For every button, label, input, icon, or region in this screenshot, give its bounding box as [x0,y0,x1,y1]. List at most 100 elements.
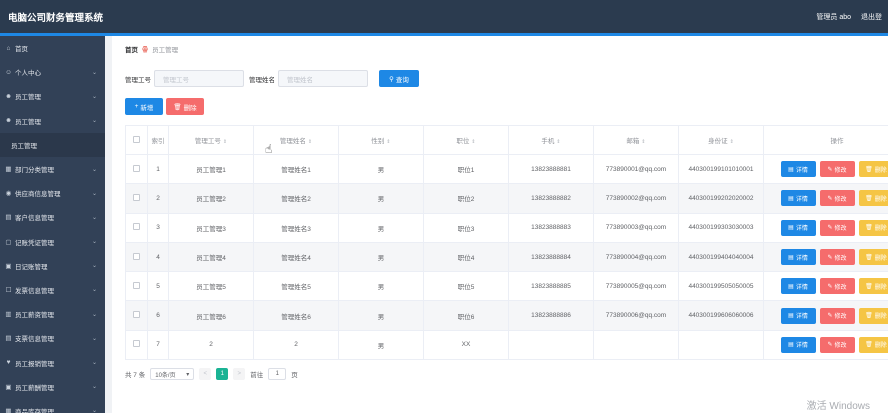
detail-button[interactable]: ▤ 详情 [780,249,816,266]
sidebar-item[interactable]: ▦ 商品库存管理 ⌄ [0,399,105,413]
delete-button[interactable]: 🗑 删除 [858,307,888,324]
edit-button[interactable]: ✎ 修改 [819,336,855,353]
detail-button-label: 详情 [795,226,808,233]
sidebar-item[interactable]: ▤ 客户信息管理 ⌄ [0,205,105,229]
row-checkbox[interactable] [133,164,140,172]
delete-button[interactable]: 🗑 删除 [858,161,888,178]
row-checkbox[interactable] [133,193,140,201]
edit-button[interactable]: ✎ 修改 [819,161,855,178]
breadcrumb-home[interactable]: 首页 [125,44,138,54]
sidebar-item[interactable]: ▢ 记账凭证管理 ⌄ [0,230,105,254]
sort-icon[interactable]: ⇕ [386,139,390,145]
prev-page-button[interactable]: < [199,368,212,380]
select-all-cell[interactable] [125,125,148,155]
sidebar-item[interactable]: ◉ 供应商信息管理 ⌄ [0,181,105,205]
sort-icon[interactable]: ⇕ [308,139,312,145]
header-name[interactable]: 管理姓名 ⇕ [253,125,339,155]
sidebar-item[interactable]: ⌂ 首页 [0,36,105,60]
query-button[interactable]: ⚲ 查询 [379,70,419,87]
table-row: 3 员工管理3 管理姓名3 男职位3 13823888883 773890003@qq.c… [125,212,888,243]
detail-button[interactable]: ▤ 详情 [780,190,816,207]
sidebar-item[interactable]: ▤ 支票信息管理 ⌄ [0,326,105,350]
sidebar-item[interactable]: ▦ 部门分类管理 ⌄ [0,157,105,181]
select-all-checkbox[interactable] [133,135,140,143]
batch-delete-button[interactable]: 🗑 删除 [166,98,204,115]
row-select-cell[interactable] [125,241,148,273]
cell-ops: ▤ 详情 ✎ 修改 🗑 删除 [763,183,888,214]
table-row: 4 员工管理4 管理姓名4 男职位4 13823888884 773890004@qq.c… [125,241,888,273]
detail-button[interactable]: ▤ 详情 [780,336,816,353]
row-checkbox[interactable] [133,340,140,348]
sidebar-item-label: 日记账管理 [15,263,48,271]
delete-button[interactable]: 🗑 删除 [858,219,888,236]
edit-button[interactable]: ✎ 修改 [819,307,855,324]
next-page-button[interactable]: > [233,368,246,380]
table-row: 5 员工管理5 管理姓名5 男职位5 13823888885 773890005@qq.c… [125,271,888,302]
row-checkbox[interactable] [133,281,140,289]
sort-icon[interactable]: ⇕ [556,139,560,145]
sidebar-menu-icon: ▢ [5,238,12,246]
goto-page-input[interactable]: 1 [268,368,287,380]
logout-link[interactable]: 退出登 [861,12,882,22]
row-select-cell[interactable] [125,300,148,331]
edit-button[interactable]: ✎ 修改 [819,190,855,207]
pencil-icon: ✎ [827,254,833,261]
sidebar-item[interactable]: ☻ 员工管理 ⌄ [0,84,105,108]
sidebar-item[interactable]: ☐ 发票信息管理 ⌄ [0,278,105,302]
detail-button-label: 详情 [795,167,808,174]
row-checkbox[interactable] [133,252,140,260]
sidebar-item[interactable]: ▣ 员工薪酬管理 ⌄ [0,375,105,399]
plus-icon: + [134,103,139,110]
chevron-down-icon: ⌄ [91,69,97,76]
chevron-down-icon: ⌄ [91,239,97,246]
sort-icon[interactable]: ⇕ [223,139,227,145]
row-checkbox[interactable] [133,311,140,319]
sort-icon[interactable]: ⇕ [471,139,475,145]
row-select-cell[interactable] [125,183,148,214]
row-select-cell[interactable] [125,212,148,243]
breadcrumb-current: 员工管理 [152,47,179,54]
header-no[interactable]: 管理工号 ⇕ [168,125,254,155]
header-position[interactable]: 职位 ⇕ [423,125,509,155]
delete-button[interactable]: 🗑 删除 [858,278,888,295]
cell-idcard: 440300199606060006 [678,300,764,331]
page-size-select[interactable]: 10条/页 ▾ [150,368,195,380]
cell-ops: ▤ 详情 ✎ 修改 🗑 删除 [763,300,888,331]
search-input-name[interactable]: 管理姓名 [278,70,368,87]
row-select-cell[interactable] [125,153,148,185]
sort-icon[interactable]: ⇕ [730,139,734,145]
row-select-cell[interactable] [125,271,148,302]
sidebar-item[interactable]: ▣ 日记账管理 ⌄ [0,254,105,278]
sidebar-item[interactable]: ☻ 员工管理 ⌄ [0,109,105,133]
row-select-cell[interactable] [125,329,148,361]
detail-button[interactable]: ▤ 详情 [780,219,816,236]
edit-button[interactable]: ✎ 修改 [819,278,855,295]
goto-label: 前往 [250,372,264,379]
delete-button[interactable]: 🗑 删除 [858,249,888,266]
header-email[interactable]: 邮箱 ⇕ [593,125,679,155]
app-title: 电脑公司财务管理系统 [8,12,104,24]
delete-button[interactable]: 🗑 删除 [858,336,888,353]
sort-icon[interactable]: ⇕ [641,139,645,145]
detail-button[interactable]: ▤ 详情 [780,307,816,324]
detail-button[interactable]: ▤ 详情 [780,278,816,295]
row-checkbox[interactable] [133,223,140,231]
sidebar-menu-icon: ♥ [6,359,11,367]
sidebar-item[interactable]: ♥ 员工报销管理 ⌄ [0,350,105,374]
header-gender[interactable]: 性别 ⇕ [338,125,424,155]
header-idcard[interactable]: 身份证 ⇕ [678,125,764,155]
sidebar-item[interactable]: ▥ 员工薪资管理 ⌄ [0,302,105,326]
header-phone[interactable]: 手机 ⇕ [508,125,594,155]
search-input-no[interactable]: 管理工号 [154,70,244,87]
delete-button-label: 删除 [874,167,887,174]
cell-idcard: 440300199303030003 [678,212,764,243]
add-button[interactable]: + 新增 [125,98,163,115]
page-number-current[interactable]: 1 [216,368,229,380]
edit-button[interactable]: ✎ 修改 [819,249,855,266]
sidebar-item[interactable]: ☺ 个人中心 ⌄ [0,60,105,84]
detail-button[interactable]: ▤ 详情 [780,161,816,178]
edit-button[interactable]: ✎ 修改 [819,219,855,236]
delete-button[interactable]: 🗑 删除 [858,190,888,207]
sidebar-item[interactable]: 员工管理 [0,132,105,157]
pagination: 共 7 条 10条/页 ▾ < 1 > 前往 1 页 [125,368,298,380]
